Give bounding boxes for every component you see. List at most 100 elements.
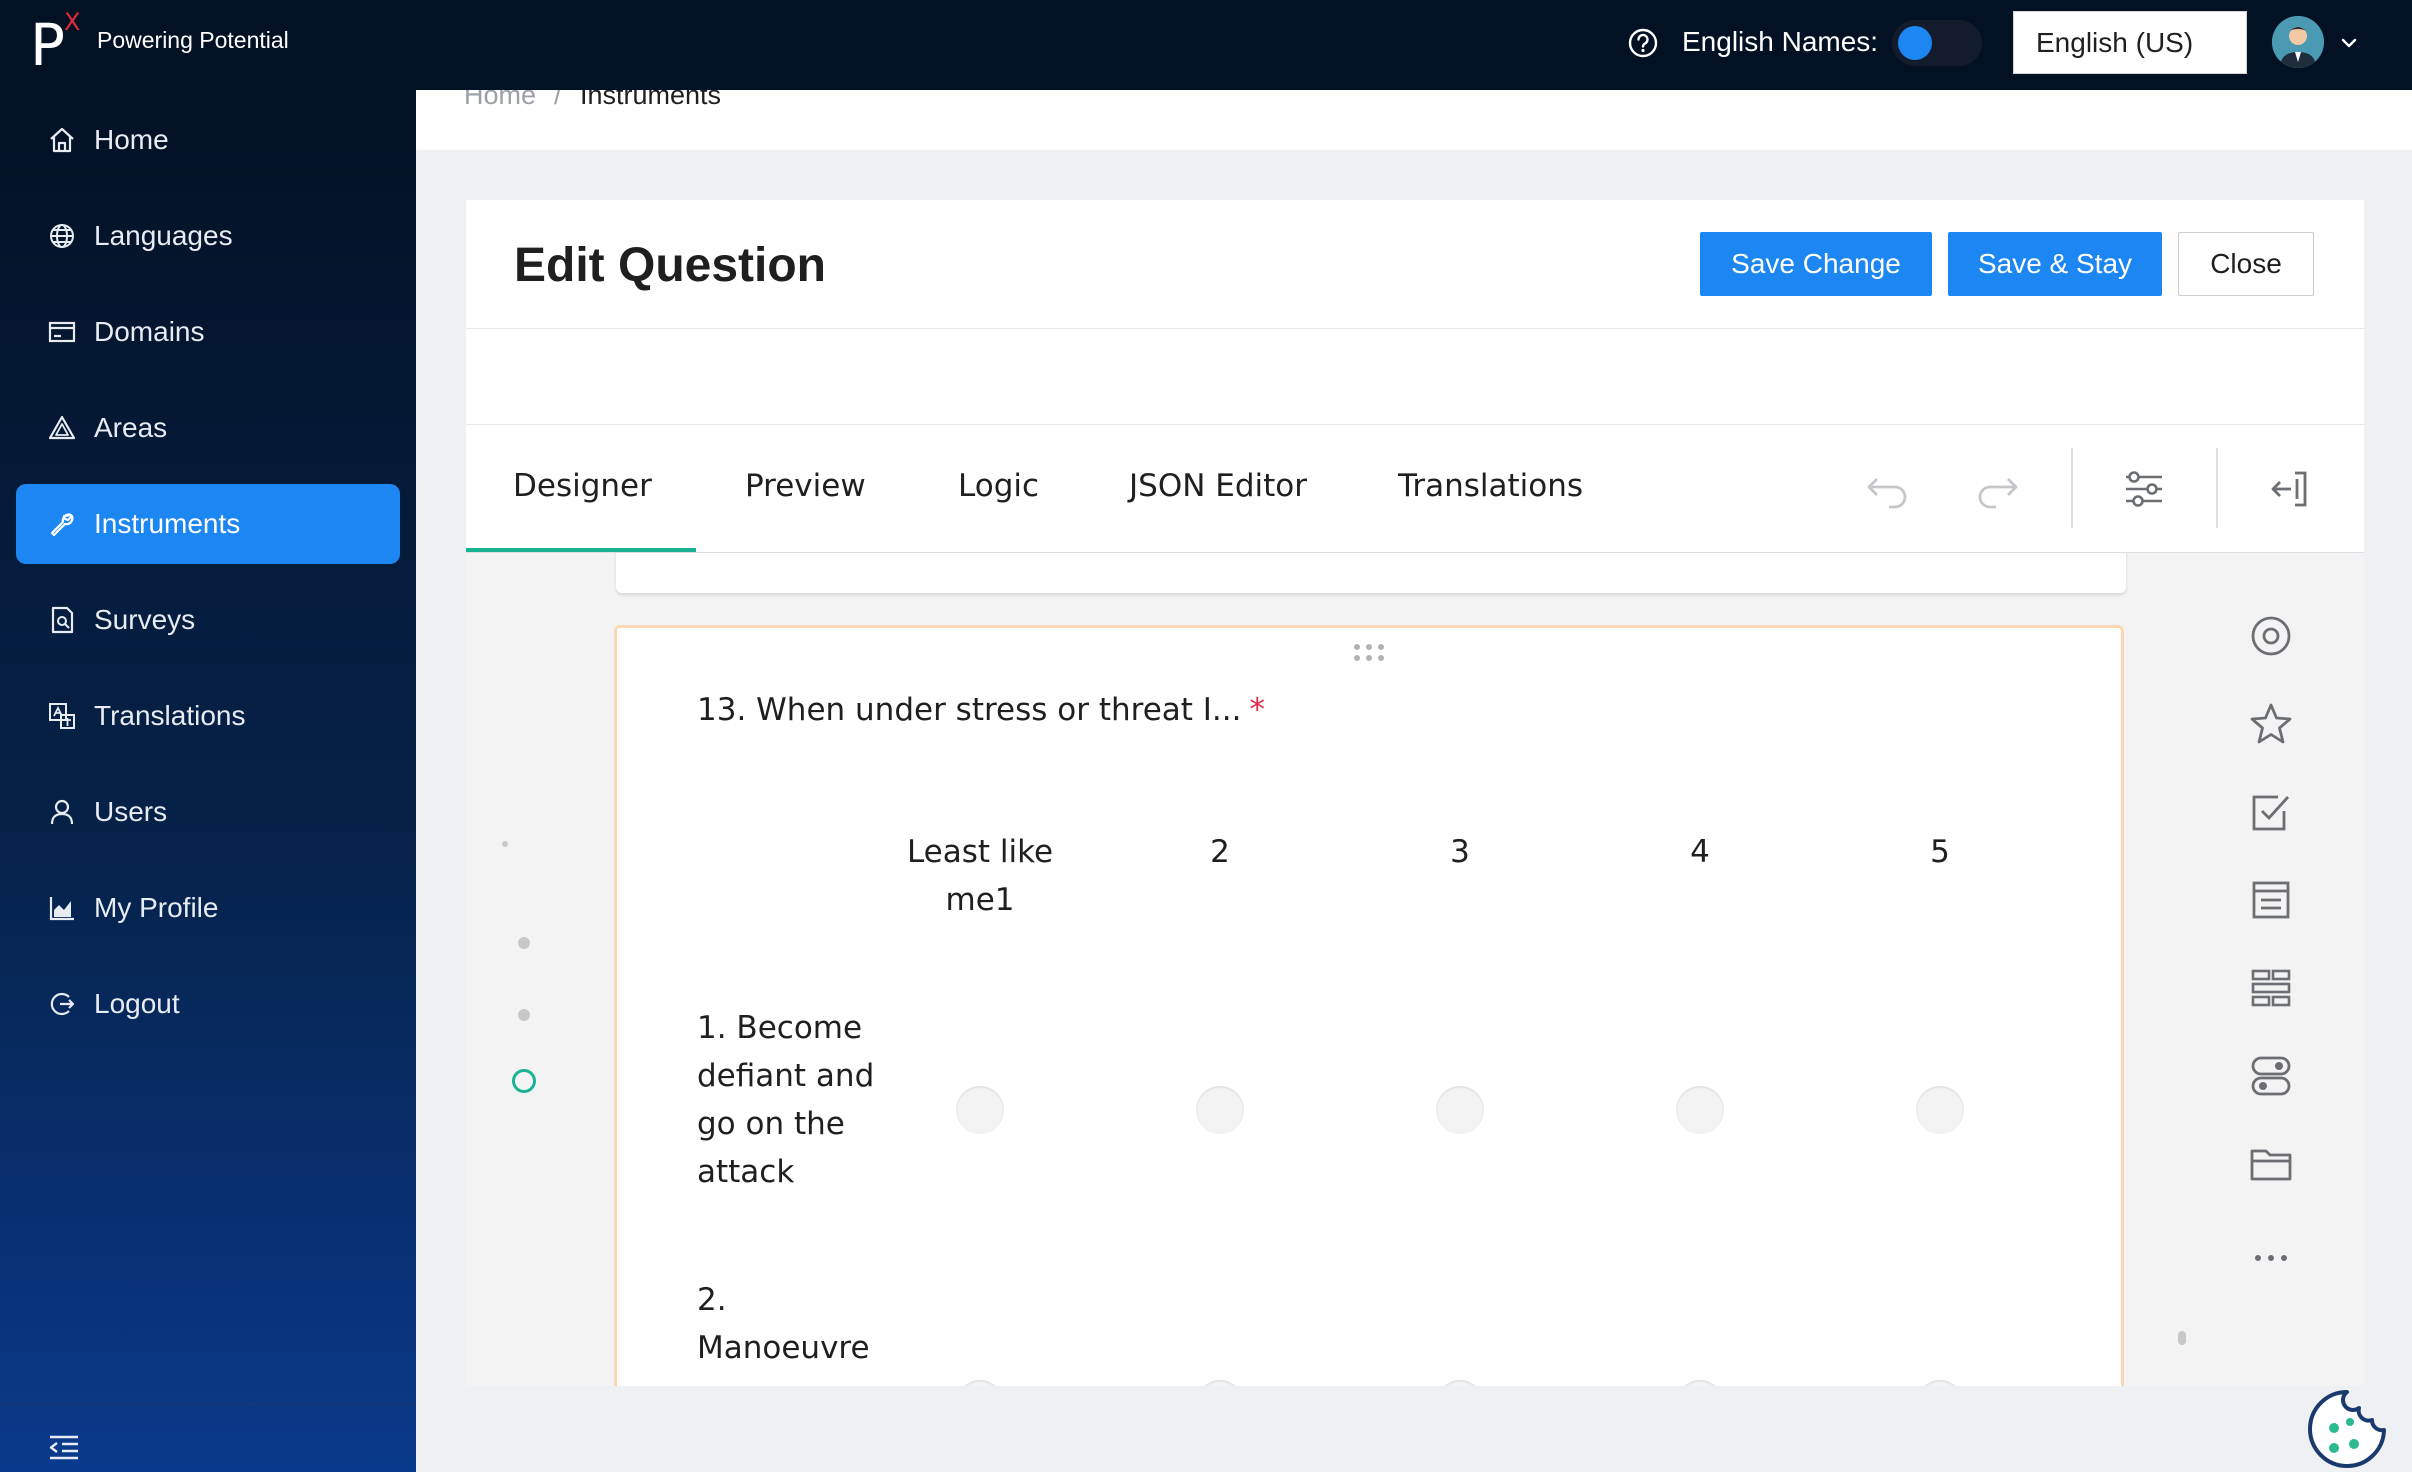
matrix-radio[interactable] (1676, 1380, 1724, 1386)
undo-icon[interactable] (1860, 462, 1914, 516)
boolean-toggle-icon[interactable] (2244, 1049, 2298, 1103)
language-select[interactable]: English (US) (2013, 11, 2247, 74)
sidebar-item-label: Surveys (94, 604, 196, 635)
column-header[interactable]: 4 (1600, 828, 1800, 876)
checkbox-icon[interactable] (2244, 785, 2298, 839)
column-header[interactable]: 2 (1120, 828, 1320, 876)
sidebar-item-translations[interactable]: Translations (16, 676, 400, 756)
english-names-label: English Names: (1682, 26, 1879, 57)
page-title: Edit Question (514, 239, 826, 292)
radiogroup-icon[interactable] (2244, 609, 2298, 663)
wrench-icon (46, 508, 78, 540)
close-button[interactable]: Close (2178, 232, 2314, 296)
designer-surface: 13. When under stress or threat I... * Le… (466, 553, 2364, 1386)
breadcrumb: Home / Instruments (416, 90, 2412, 150)
logo-superscript: X (64, 8, 81, 36)
breadcrumb-separator: / (554, 90, 562, 110)
matrix-radio[interactable] (1436, 1086, 1484, 1134)
matrix-radio[interactable] (956, 1380, 1004, 1386)
logo-letter: P (30, 11, 65, 79)
sidebar-item-label: Home (94, 124, 169, 155)
sidebar-item-home[interactable]: Home (16, 100, 400, 180)
scroll-nub (2178, 1331, 2186, 1345)
sidebar-item-instruments[interactable]: Instruments (16, 484, 400, 564)
previous-question-card[interactable] (616, 553, 2126, 593)
sidebar-item-label: Domains (94, 316, 205, 347)
logo[interactable]: P X (30, 8, 90, 79)
column-header[interactable]: 5 (1840, 828, 2040, 876)
sidebar-divider (0, 1404, 416, 1405)
help-icon[interactable] (1626, 26, 1660, 60)
sidebar-item-languages[interactable]: Languages (16, 196, 400, 276)
sidebar-item-label: Instruments (94, 508, 241, 539)
sidebar-item-label: Languages (94, 220, 233, 251)
tab-logic[interactable]: Logic (958, 468, 1039, 504)
toggle-knob (1898, 26, 1932, 60)
sidebar-item-label: Logout (94, 988, 180, 1019)
top-bar: P X Powering Potential English Names: En… (0, 0, 2412, 90)
user-icon (46, 796, 78, 828)
triangle-icon (46, 412, 78, 444)
matrix-radio[interactable] (1436, 1380, 1484, 1386)
tab-designer[interactable]: Designer (513, 468, 652, 504)
globe-icon (46, 220, 78, 252)
row-label[interactable]: 1. Become defiant and go on the attack (697, 1004, 897, 1196)
matrix-radio[interactable] (1916, 1380, 1964, 1386)
toolbar-separator (2071, 448, 2073, 528)
edit-question-card: Edit Question Save Change Save & Stay Cl… (466, 200, 2364, 1386)
matrix-radio[interactable] (1916, 1086, 1964, 1134)
file-folder-icon[interactable] (2244, 1137, 2298, 1191)
row-label[interactable]: 2. Manoeuvre (697, 1276, 897, 1372)
matrix-radio[interactable] (956, 1086, 1004, 1134)
tab-json-editor[interactable]: JSON Editor (1129, 468, 1307, 504)
column-header[interactable]: 3 (1360, 828, 1560, 876)
question-card[interactable]: 13. When under stress or threat I... * Le… (614, 625, 2124, 1386)
nav-dot[interactable] (518, 937, 530, 949)
rating-star-icon[interactable] (2244, 697, 2298, 751)
tagline: Powering Potential (97, 27, 289, 53)
sidebar-item-my-profile[interactable]: My Profile (16, 868, 400, 948)
nav-dot (502, 841, 508, 847)
tab-translations[interactable]: Translations (1398, 468, 1583, 504)
sidebar-nav: Home Languages Domains Areas Instruments… (0, 90, 416, 1472)
survey-doc-icon (46, 604, 78, 636)
toolbar-divider (466, 424, 2364, 425)
cookie-settings-icon[interactable] (2304, 1386, 2390, 1472)
nav-current-ring[interactable] (512, 1069, 536, 1093)
sidebar-item-domains[interactable]: Domains (16, 292, 400, 372)
redo-icon[interactable] (1971, 462, 2025, 516)
matrix-radio[interactable] (1196, 1380, 1244, 1386)
required-mark: * (1249, 692, 1265, 728)
sidebar-item-users[interactable]: Users (16, 772, 400, 852)
collapse-sidebar-icon[interactable] (46, 1430, 82, 1466)
tagbox-icon[interactable] (2244, 961, 2298, 1015)
matrix-radio[interactable] (1196, 1086, 1244, 1134)
sidebar-item-label: Areas (94, 412, 168, 443)
question-title[interactable]: 13. When under stress or threat I... * (697, 692, 1265, 728)
save-change-button[interactable]: Save Change (1700, 232, 1932, 296)
english-names-toggle[interactable] (1892, 20, 1982, 66)
chevron-down-icon[interactable] (2336, 30, 2362, 56)
avatar[interactable] (2272, 16, 2324, 68)
chart-icon (46, 892, 78, 924)
save-stay-button[interactable]: Save & Stay (1948, 232, 2162, 296)
settings-sliders-icon[interactable] (2117, 462, 2171, 516)
sidebar-item-label: Users (94, 796, 168, 827)
sidebar-item-logout[interactable]: Logout (16, 964, 400, 1044)
more-dots-icon[interactable] (2244, 1231, 2298, 1285)
sidebar-item-surveys[interactable]: Surveys (16, 580, 400, 660)
nav-dot[interactable] (518, 1009, 530, 1021)
sidebar-item-label: Translations (94, 700, 246, 731)
header-divider (466, 328, 2364, 329)
drag-handle-icon[interactable] (1351, 642, 1387, 664)
collapse-panel-icon[interactable] (2262, 462, 2316, 516)
breadcrumb-home[interactable]: Home (464, 90, 536, 111)
tab-preview[interactable]: Preview (745, 468, 866, 504)
logout-icon (46, 988, 78, 1020)
folder-card-icon (46, 316, 78, 348)
dropdown-list-icon[interactable] (2244, 873, 2298, 927)
matrix-radio[interactable] (1676, 1086, 1724, 1134)
sidebar-item-areas[interactable]: Areas (16, 388, 400, 468)
sidebar-item-label: My Profile (94, 892, 219, 923)
column-header[interactable]: Least like me1 (880, 828, 1080, 924)
